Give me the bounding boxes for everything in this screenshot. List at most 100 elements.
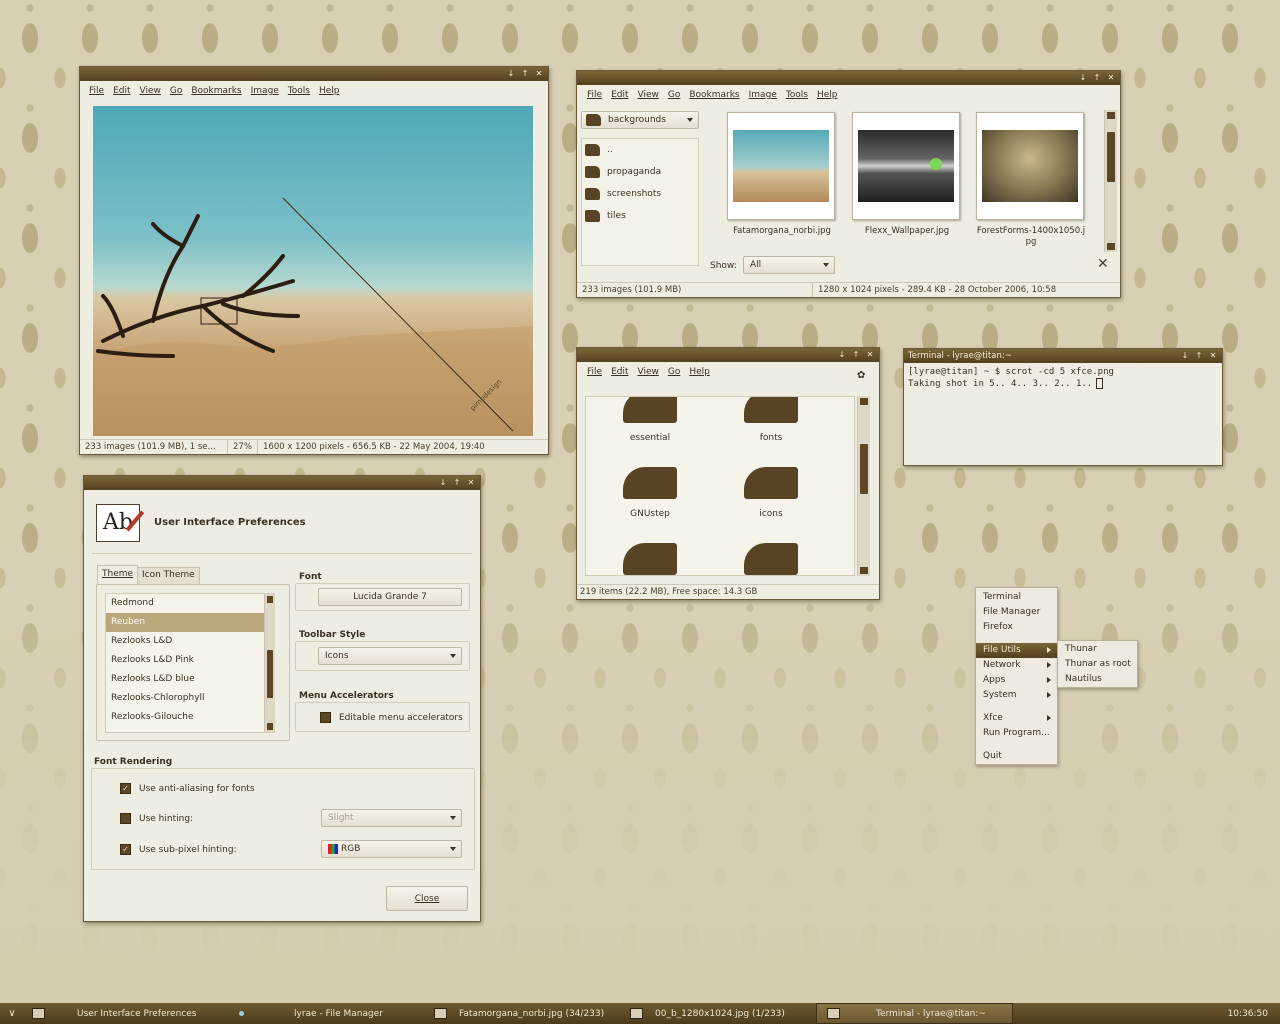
file-manager-titlebar[interactable]: ↓ ↑ ✕	[577, 348, 879, 362]
folder-item[interactable]: fonts	[731, 397, 811, 443]
menu-item-xfce[interactable]: Xfce	[976, 711, 1057, 726]
close-filter-icon[interactable]: ✕	[1097, 256, 1109, 272]
maximize-icon[interactable]: ↑	[452, 478, 462, 488]
list-item[interactable]: ..	[582, 139, 698, 161]
folder-icon	[623, 543, 677, 575]
task-file-manager[interactable]: lyrae - File Manager	[229, 1003, 424, 1024]
list-item[interactable]: screenshots	[582, 183, 698, 205]
menu-go[interactable]: Go	[668, 90, 680, 100]
hinting-combo[interactable]: Slight	[321, 809, 462, 827]
menu-item-apps[interactable]: Apps	[976, 673, 1057, 688]
image-viewer-titlebar[interactable]: ↓ ↑ ✕	[80, 67, 548, 81]
hinting-checkbox[interactable]: Use hinting:	[120, 813, 193, 824]
clock[interactable]: 10:36:50	[1228, 1009, 1280, 1019]
antialias-checkbox[interactable]: ✓ Use anti-aliasing for fonts	[120, 783, 255, 794]
maximize-icon[interactable]: ↑	[851, 350, 861, 360]
menu-help[interactable]: Help	[319, 86, 340, 96]
terminal-screen[interactable]: [lyrae@titan] ~ $ scrot -cd 5 xfce.png T…	[904, 364, 1222, 465]
close-icon[interactable]: ✕	[1208, 351, 1218, 361]
shade-icon[interactable]: ↓	[1180, 351, 1190, 361]
menu-go[interactable]: Go	[668, 367, 680, 377]
shade-icon[interactable]: ↓	[438, 478, 448, 488]
tab-theme[interactable]: Theme	[97, 565, 139, 585]
ui-preferences-titlebar[interactable]: ↓ ↑ ✕	[84, 476, 480, 490]
maximize-icon[interactable]: ↑	[1092, 73, 1102, 83]
shade-icon[interactable]: ↓	[837, 350, 847, 360]
menu-bookmarks[interactable]: Bookmarks	[191, 86, 241, 96]
menu-view[interactable]: View	[140, 86, 161, 96]
menu-chevron-icon[interactable]: ∨	[0, 1008, 24, 1019]
maximize-icon[interactable]: ↑	[520, 69, 530, 79]
show-filter-combo[interactable]: All	[743, 256, 835, 274]
menu-item-file-manager[interactable]: File Manager	[976, 605, 1057, 620]
menu-item-thunar[interactable]: Thunar	[1058, 642, 1137, 657]
menu-image[interactable]: Image	[749, 90, 777, 100]
menu-edit[interactable]: Edit	[113, 86, 130, 96]
editable-accelerators-checkbox[interactable]: Editable menu accelerators	[320, 712, 463, 723]
menu-file[interactable]: File	[587, 90, 602, 100]
image-browser-titlebar[interactable]: ↓ ↑ ✕	[577, 71, 1120, 85]
maximize-icon[interactable]: ↑	[1194, 351, 1204, 361]
menu-tools[interactable]: Tools	[288, 86, 310, 96]
shade-icon[interactable]: ↓	[506, 69, 516, 79]
theme-list-scrollbar[interactable]	[264, 594, 275, 732]
subpixel-checkbox[interactable]: ✓ Use sub-pixel hinting:	[120, 844, 237, 855]
menu-help[interactable]: Help	[817, 90, 838, 100]
image-display[interactable]: pimpdesign	[93, 106, 533, 436]
thumbnail-scrollbar[interactable]	[1104, 110, 1117, 252]
task-image-browser[interactable]: 00_b_1280x1024.jpg (1/233)	[620, 1003, 816, 1024]
list-item[interactable]: Rezlooks-Gilouche	[106, 708, 274, 727]
thumbnail-item[interactable]: Fatamorgana_norbi.jpg	[727, 112, 837, 236]
list-item[interactable]: tiles	[582, 205, 698, 227]
file-manager-scrollbar[interactable]	[857, 396, 870, 576]
tab-icon-theme[interactable]: Icon Theme	[137, 567, 200, 584]
menu-item-quit[interactable]: Quit	[976, 749, 1057, 764]
menu-item-terminal[interactable]: Terminal	[976, 590, 1057, 605]
menu-image[interactable]: Image	[251, 86, 279, 96]
list-item[interactable]: Rezlooks L&D blue	[106, 670, 274, 689]
list-item[interactable]: propaganda	[582, 161, 698, 183]
folder-item[interactable]: essential	[610, 397, 690, 443]
menu-go[interactable]: Go	[170, 86, 182, 96]
menu-item-thunar-root[interactable]: Thunar as root	[1058, 657, 1137, 672]
menu-edit[interactable]: Edit	[611, 367, 628, 377]
task-terminal[interactable]: Terminal - lyrae@titan:~	[816, 1003, 1013, 1024]
thumbnail-item[interactable]: Flexx_Wallpaper.jpg	[852, 112, 962, 236]
close-icon[interactable]: ✕	[534, 69, 544, 79]
menu-help[interactable]: Help	[689, 367, 710, 377]
list-item[interactable]: Redmond	[106, 594, 274, 613]
shade-icon[interactable]: ↓	[1078, 73, 1088, 83]
font-button[interactable]: Lucida Grande 7	[318, 588, 462, 606]
list-item[interactable]: Rezlooks L&D	[106, 632, 274, 651]
task-ui-preferences[interactable]: User Interface Preferences	[24, 1003, 229, 1024]
menu-tools[interactable]: Tools	[786, 90, 808, 100]
list-item[interactable]: Reuben	[106, 613, 274, 632]
menu-view[interactable]: View	[638, 367, 659, 377]
menu-item-system[interactable]: System	[976, 688, 1057, 703]
subpixel-combo[interactable]: RGB	[321, 840, 462, 858]
close-icon[interactable]: ✕	[466, 478, 476, 488]
menu-item-firefox[interactable]: Firefox	[976, 620, 1057, 635]
close-icon[interactable]: ✕	[865, 350, 875, 360]
menu-item-nautilus[interactable]: Nautilus	[1058, 672, 1137, 687]
chevron-down-icon	[823, 263, 829, 267]
terminal-titlebar[interactable]: Terminal - lyrae@titan:~ ↓ ↑ ✕	[904, 349, 1222, 363]
close-icon[interactable]: ✕	[1106, 73, 1116, 83]
menu-edit[interactable]: Edit	[611, 90, 628, 100]
menu-item-run-program[interactable]: Run Program...	[976, 726, 1057, 741]
location-combo[interactable]: backgrounds	[581, 111, 699, 129]
task-image-viewer[interactable]: Fatamorgana_norbi.jpg (34/233)	[424, 1003, 620, 1024]
folder-item[interactable]: icons	[731, 467, 811, 519]
menu-file[interactable]: File	[587, 367, 602, 377]
menu-item-network[interactable]: Network	[976, 658, 1057, 673]
menu-item-file-utils[interactable]: File Utils	[976, 643, 1057, 658]
menu-bookmarks[interactable]: Bookmarks	[689, 90, 739, 100]
close-button[interactable]: Close	[386, 886, 468, 911]
menu-file[interactable]: File	[89, 86, 104, 96]
folder-item[interactable]: GNUstep	[610, 467, 690, 519]
thumbnail-item[interactable]: ForestForms-1400x1050.jpg	[976, 112, 1086, 248]
list-item[interactable]: Rezlooks L&D Pink	[106, 651, 274, 670]
list-item[interactable]: Rezlooks-Chlorophyll	[106, 689, 274, 708]
toolbar-style-combo[interactable]: Icons	[318, 647, 462, 665]
menu-view[interactable]: View	[638, 90, 659, 100]
